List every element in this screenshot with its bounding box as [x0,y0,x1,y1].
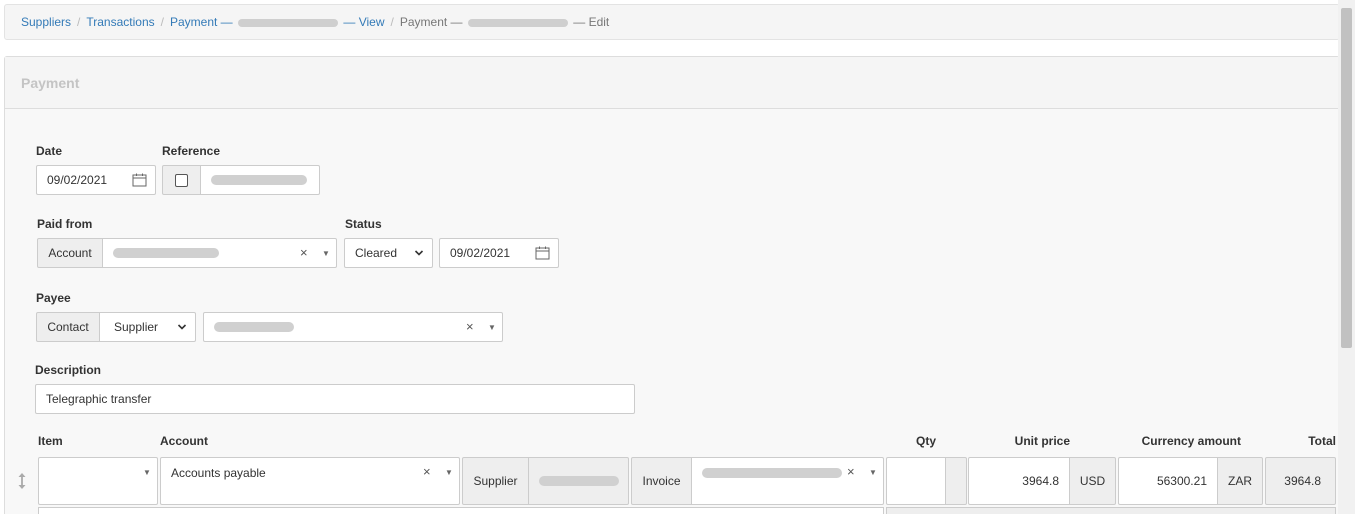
caret-down-icon[interactable]: ▼ [488,323,496,332]
redacted-account-value [113,248,219,258]
breadcrumb-payment-view-suffix: — View [343,15,385,29]
paid-from-account-select[interactable]: × ▼ [102,238,337,268]
reference-label: Reference [162,144,221,158]
redacted-payee-value [214,322,294,332]
contact-type-value: Supplier [114,320,159,334]
breadcrumb-payment-view-prefix: Payment — [169,15,233,29]
column-header-unit-price: Unit price [1014,434,1070,448]
breadcrumb-suppliers-link[interactable]: Suppliers [21,15,71,29]
invoice-addon: Invoice [631,457,692,505]
calendar-icon[interactable] [535,246,550,263]
status-date-input[interactable]: 09/02/2021 [439,238,559,268]
chevron-down-icon [177,321,187,335]
description-value: Telegraphic transfer [46,392,152,406]
date-input[interactable]: 09/02/2021 [36,165,156,195]
currency-amount-value: 56300.21 [1156,474,1207,488]
clear-icon[interactable]: × [466,319,474,334]
line-total-readonly: 3964.8 [1265,457,1336,505]
qty-input[interactable] [886,457,946,505]
item-select[interactable]: ▼ [38,457,158,505]
account-addon: Account [37,238,103,268]
redacted-invoice-value [702,468,842,478]
next-line-item-row-amounts [886,507,1336,514]
unit-price-value: 3964.8 [1022,474,1059,488]
payee-select[interactable]: × ▼ [203,312,503,342]
page-scrollbar[interactable] [1338,0,1355,514]
column-header-item: Item [38,434,63,448]
calendar-icon[interactable] [132,173,147,190]
contact-type-select[interactable]: Supplier [99,312,196,342]
status-date-value: 09/02/2021 [450,246,511,260]
clear-icon[interactable]: × [847,464,855,479]
line-account-select[interactable]: Accounts payable × ▼ [160,457,460,505]
date-value: 09/02/2021 [47,173,108,187]
breadcrumb-transactions-link[interactable]: Transactions [86,15,154,29]
reference-auto-checkbox-addon [162,165,201,195]
column-header-qty: Qty [915,434,936,448]
caret-down-icon[interactable]: ▼ [445,468,453,477]
breadcrumb: Suppliers / Transactions / Payment — — V… [4,4,1340,40]
column-header-currency-amount: Currency amount [1141,434,1241,448]
caret-down-icon[interactable]: ▼ [869,468,877,477]
unit-price-input[interactable]: 3964.8 [968,457,1070,505]
chevron-down-icon [414,247,424,261]
panel-title: Payment [5,57,1339,109]
description-label: Description [35,363,102,377]
caret-down-icon[interactable]: ▼ [143,468,151,477]
supplier-addon: Supplier [462,457,529,505]
breadcrumb-separator: / [160,15,164,29]
breadcrumb-current: Payment — — Edit [400,15,609,29]
redacted-reference [467,18,568,27]
line-total-value: 3964.8 [1284,474,1321,488]
clear-icon[interactable]: × [423,464,431,479]
status-value: Cleared [355,246,398,260]
currency-amount-input[interactable]: 56300.21 [1118,457,1218,505]
redacted-reference [238,18,339,27]
contact-addon: Contact [36,312,100,342]
drag-handle-icon[interactable] [17,472,27,493]
column-header-total: Total [1308,434,1336,448]
scrollbar-thumb[interactable] [1341,8,1352,348]
redacted-reference-value [211,175,307,185]
clear-icon[interactable]: × [300,245,308,260]
breadcrumb-payment-edit-prefix: Payment — [399,15,463,29]
unit-price-currency-addon: USD [1069,457,1116,505]
reference-input[interactable] [200,165,320,195]
status-select[interactable]: Cleared [344,238,433,268]
redacted-supplier-value [538,476,619,486]
column-header-account: Account [160,434,208,448]
payee-label: Payee [36,291,71,305]
qty-unit-addon [945,457,967,505]
supplier-name-readonly [528,457,629,505]
currency-amount-currency-addon: ZAR [1217,457,1263,505]
next-line-item-row [38,507,884,514]
breadcrumb-payment-view-link[interactable]: Payment — — View [170,15,385,29]
description-input[interactable]: Telegraphic transfer [35,384,635,414]
line-account-value: Accounts payable [171,466,266,480]
invoice-select[interactable]: × ▼ [691,457,884,505]
status-label: Status [345,217,382,231]
breadcrumb-separator: / [77,15,81,29]
breadcrumb-payment-edit-suffix: — Edit [573,15,610,29]
paid-from-label: Paid from [37,217,93,231]
breadcrumb-separator: / [390,15,394,29]
date-label: Date [36,144,63,158]
caret-down-icon[interactable]: ▼ [322,249,330,258]
reference-auto-checkbox[interactable] [175,173,188,187]
